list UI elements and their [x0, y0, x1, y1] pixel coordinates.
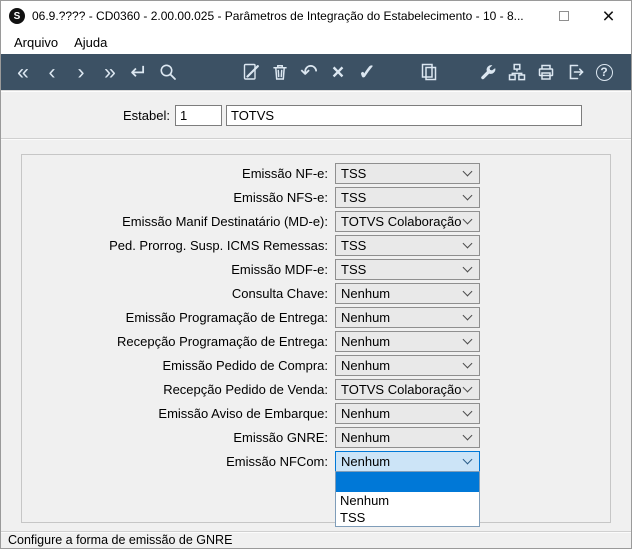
panel-wrap: Emissão NF-e: TSS Emissão NFS-e: TSS Emi… — [1, 140, 631, 531]
field-label: Emissão Aviso de Embarque: — [158, 405, 328, 421]
last-record-icon[interactable]: » — [98, 58, 122, 86]
field-row: Emissão Aviso de Embarque: Nenhum — [22, 402, 610, 424]
combo-emissao-manif-destinatario[interactable]: TOTVS Colaboração — [335, 210, 480, 232]
print-icon[interactable] — [534, 58, 558, 86]
copy-icon[interactable] — [417, 58, 441, 86]
chevron-down-icon — [462, 190, 473, 201]
close-icon: × — [602, 4, 615, 28]
field-row: Recepção Pedido de Venda: TOTVS Colabora… — [22, 378, 610, 400]
field-label: Emissão MDF-e: — [231, 261, 328, 277]
title-bar: S 06.9.???? - CD0360 - 2.00.00.025 - Par… — [1, 1, 631, 31]
integration-panel: Emissão NF-e: TSS Emissão NFS-e: TSS Emi… — [21, 154, 611, 527]
chevron-down-icon — [462, 214, 473, 225]
field-row: Emissão Programação de Entrega: Nenhum — [22, 306, 610, 328]
combo-consulta-chave[interactable]: Nenhum — [335, 282, 480, 304]
chevron-down-icon — [462, 310, 473, 321]
field-row: Ped. Prorrog. Susp. ICMS Remessas: TSS — [22, 234, 610, 256]
chevron-down-icon — [462, 382, 473, 393]
help-icon[interactable]: ? — [592, 58, 616, 86]
chevron-down-icon — [462, 334, 473, 345]
field-label: Emissão Manif Destinatário (MD-e): — [122, 213, 328, 229]
field-label: Ped. Prorrog. Susp. ICMS Remessas: — [109, 237, 328, 253]
combo-emissao-pedido-compra[interactable]: Nenhum — [335, 354, 480, 376]
combo-emissao-nfcom[interactable]: Nenhum Nenhum TSS — [335, 450, 480, 527]
help-glyph: ? — [595, 63, 613, 81]
menu-bar: Arquivo Ajuda — [1, 31, 631, 54]
field-label: Emissão GNRE: — [233, 429, 328, 445]
close-button[interactable]: × — [586, 1, 631, 31]
combo-ped-prorrog-susp-icms-remessas[interactable]: TSS — [335, 234, 480, 256]
field-row: Emissão Pedido de Compra: Nenhum — [22, 354, 610, 376]
dropdown-option-tss[interactable]: TSS — [336, 509, 479, 526]
dropdown-option-nenhum[interactable]: Nenhum — [336, 492, 479, 509]
estabel-label: Estabel: — [123, 108, 170, 123]
undo-icon[interactable]: ↶ — [297, 58, 321, 86]
edit-document-icon[interactable] — [239, 58, 263, 86]
field-label: Recepção Pedido de Venda: — [163, 381, 328, 397]
estabel-code-input[interactable] — [174, 105, 222, 126]
combo-emissao-aviso-embarque[interactable]: Nenhum — [335, 402, 480, 424]
integration-icon[interactable] — [505, 58, 529, 86]
app-window: S 06.9.???? - CD0360 - 2.00.00.025 - Par… — [0, 0, 632, 549]
nfcom-dropdown-list: Nenhum TSS — [335, 470, 480, 527]
field-label: Recepção Programação de Entrega: — [116, 333, 328, 349]
chevron-down-icon — [462, 454, 473, 465]
go-to-icon[interactable]: ↵ — [127, 58, 151, 86]
status-text: Configure a forma de emissão de GNRE — [8, 533, 233, 547]
chevron-down-icon — [462, 406, 473, 417]
menu-arquivo[interactable]: Arquivo — [6, 33, 66, 52]
field-row: Consulta Chave: Nenhum — [22, 282, 610, 304]
confirm-icon[interactable]: ✓ — [355, 58, 379, 86]
combo-emissao-nfs-e[interactable]: TSS — [335, 186, 480, 208]
field-row: Emissão NFCom: Nenhum Nenhum TSS — [22, 450, 610, 527]
field-row: Recepção Programação de Entrega: Nenhum — [22, 330, 610, 352]
delete-icon[interactable] — [268, 58, 292, 86]
field-label: Emissão NFCom: — [226, 453, 328, 469]
totvs-logo-icon: S — [9, 8, 25, 24]
menu-ajuda[interactable]: Ajuda — [66, 33, 115, 52]
chevron-down-icon — [462, 262, 473, 273]
field-label: Consulta Chave: — [231, 285, 328, 301]
next-record-icon[interactable]: › — [69, 58, 93, 86]
field-row: Emissão MDF-e: TSS — [22, 258, 610, 280]
content-area: Estabel: Emissão NF-e: TSS Emissão NFS-e… — [1, 90, 631, 531]
chevron-down-icon — [462, 430, 473, 441]
combo-emissao-mdf-e[interactable]: TSS — [335, 258, 480, 280]
estabel-name-input[interactable] — [225, 105, 582, 126]
combo-emissao-programacao-entrega[interactable]: Nenhum — [335, 306, 480, 328]
combo-recepcao-programacao-entrega[interactable]: Nenhum — [335, 330, 480, 352]
combo-emissao-nf-e[interactable]: TSS — [335, 162, 480, 184]
field-label: Emissão Programação de Entrega: — [125, 309, 328, 325]
combo-recepcao-pedido-venda[interactable]: TOTVS Colaboração — [335, 378, 480, 400]
tools-icon[interactable] — [476, 58, 500, 86]
field-row: Emissão GNRE: Nenhum — [22, 426, 610, 448]
exit-icon[interactable] — [563, 58, 587, 86]
previous-record-icon[interactable]: ‹ — [40, 58, 64, 86]
dropdown-option-blank[interactable] — [336, 471, 479, 492]
chevron-down-icon — [462, 238, 473, 249]
toolbar: « ‹ › » ↵ ↶ × ✓ ? — [1, 54, 631, 90]
chevron-down-icon — [462, 166, 473, 177]
estabel-row: Estabel: — [1, 92, 631, 126]
window-controls: × — [541, 1, 631, 31]
field-label: Emissão NF-e: — [242, 165, 328, 181]
search-icon[interactable] — [156, 58, 180, 86]
first-record-icon[interactable]: « — [11, 58, 35, 86]
window-title: 06.9.???? - CD0360 - 2.00.00.025 - Parâm… — [32, 9, 524, 23]
maximize-button[interactable] — [541, 1, 586, 31]
field-row: Emissão NF-e: TSS — [22, 162, 610, 184]
status-bar: Configure a forma de emissão de GNRE — [1, 531, 631, 548]
field-row: Emissão NFS-e: TSS — [22, 186, 610, 208]
field-label: Emissão Pedido de Compra: — [162, 357, 328, 373]
maximize-icon — [558, 11, 569, 21]
chevron-down-icon — [462, 358, 473, 369]
cancel-icon[interactable]: × — [326, 58, 350, 86]
chevron-down-icon — [462, 286, 473, 297]
combo-emissao-gnre[interactable]: Nenhum — [335, 426, 480, 448]
field-label: Emissão NFS-e: — [233, 189, 328, 205]
field-row: Emissão Manif Destinatário (MD-e): TOTVS… — [22, 210, 610, 232]
